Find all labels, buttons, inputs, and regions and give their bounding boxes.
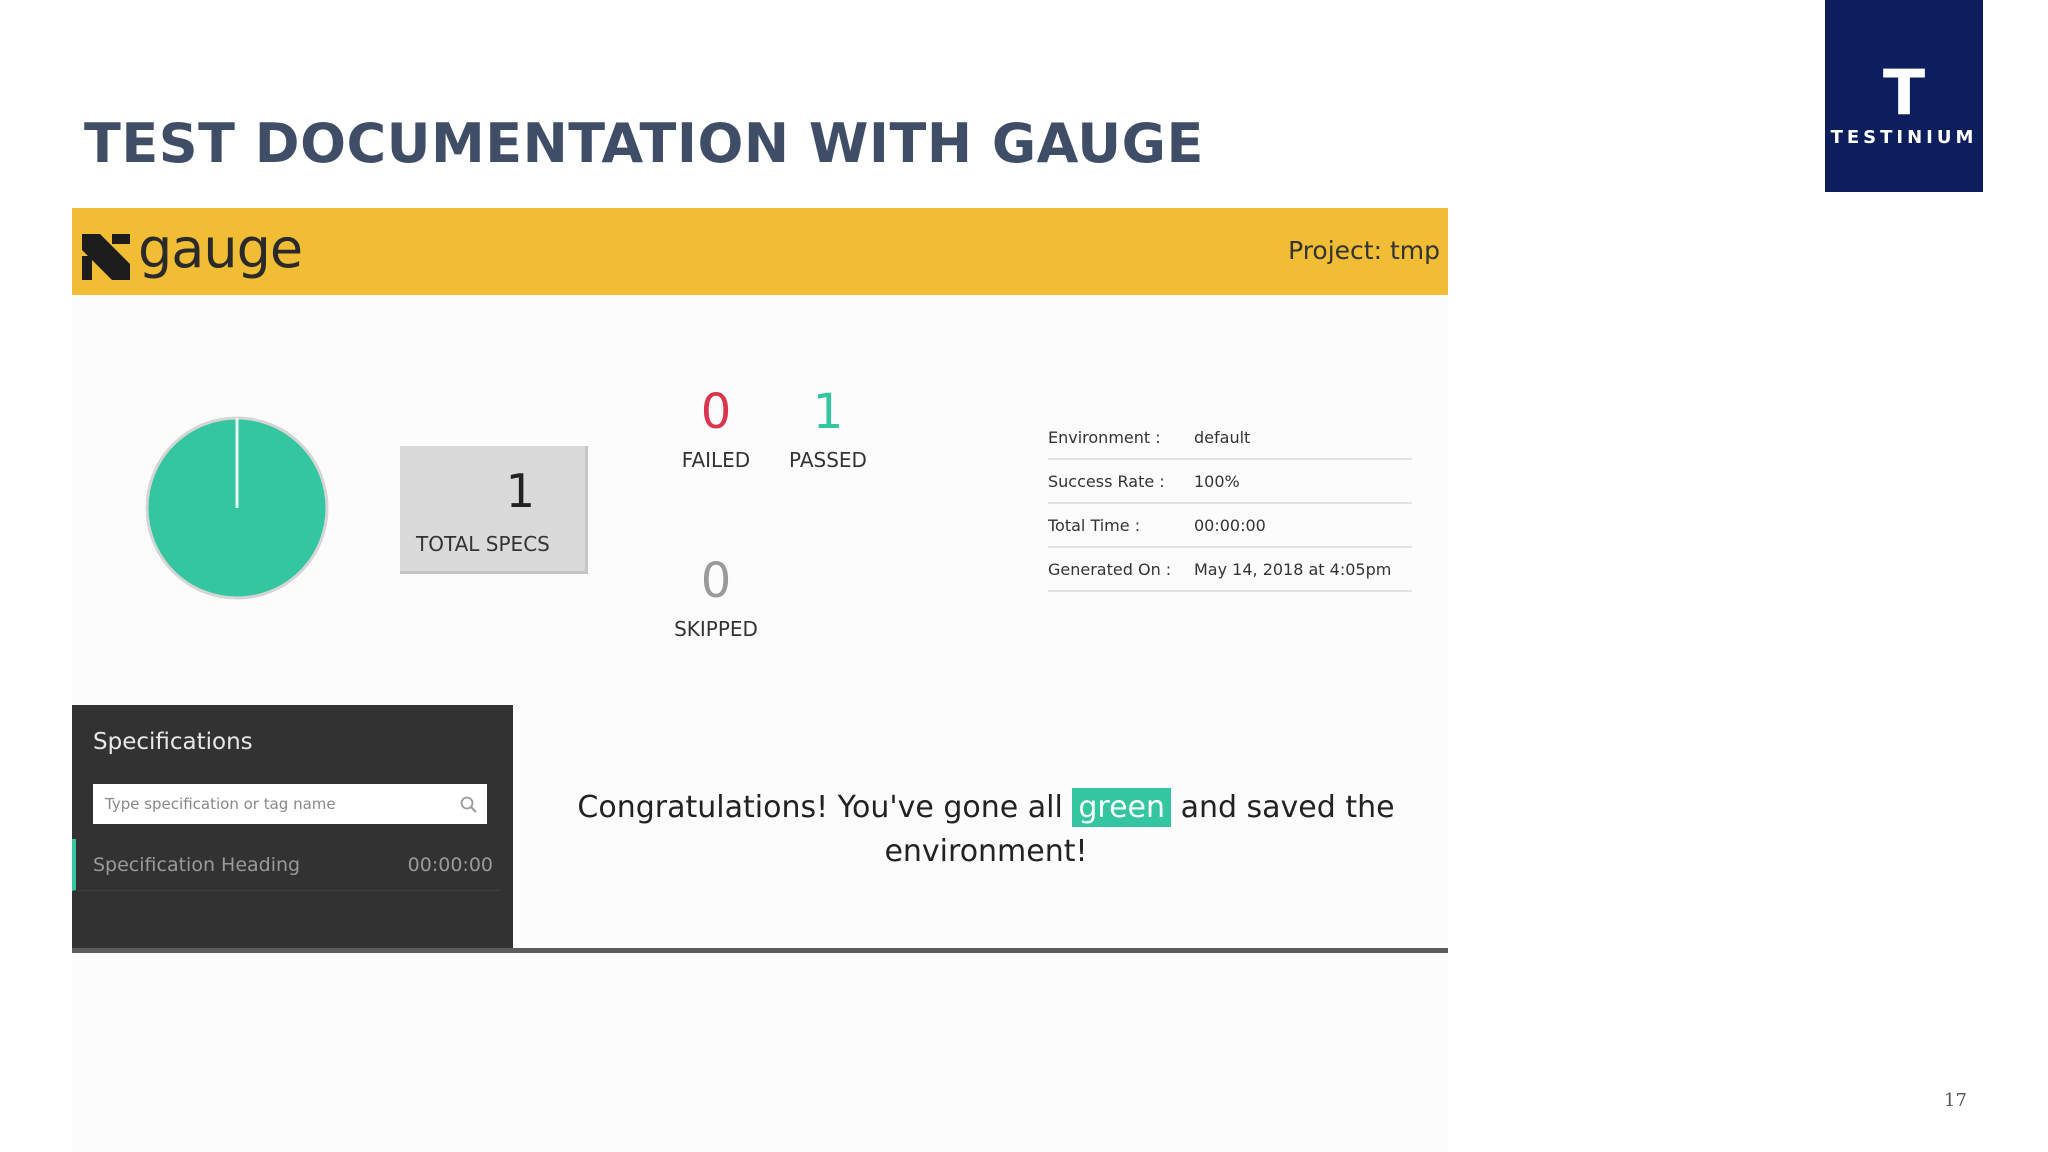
search-icon[interactable]: [460, 796, 477, 813]
info-key: Total Time :: [1048, 503, 1194, 548]
total-specs-count: 1: [505, 464, 535, 518]
total-specs-label: TOTAL SPECS: [416, 532, 550, 556]
info-row-total-time: Total Time : 00:00:00: [1048, 503, 1412, 548]
gauge-report-screenshot: gauge Project: tmp 1 TOTAL SPECS 0 FAILE…: [72, 208, 1448, 1152]
spec-list-item[interactable]: Specification Heading 00:00:00: [72, 839, 501, 891]
slide-title: TEST DOCUMENTATION WITH GAUGE: [84, 112, 1204, 175]
report-divider: [72, 948, 1448, 953]
message-text-before: Congratulations! You've gone all: [577, 790, 1063, 825]
gauge-logo-icon: [82, 234, 130, 280]
info-key: Generated On :: [1048, 547, 1194, 592]
specifications-title: Specifications: [93, 729, 253, 755]
report-info-table: Environment : default Success Rate : 100…: [1048, 416, 1412, 592]
failed-count: 0: [700, 384, 732, 440]
spec-time: 00:00:00: [407, 854, 493, 876]
info-row-success-rate: Success Rate : 100%: [1048, 459, 1412, 504]
brand-letter: T: [1882, 56, 1926, 129]
passed-label: PASSED: [789, 448, 867, 472]
passed-stat[interactable]: 1 PASSED: [773, 388, 883, 472]
failed-label: FAILED: [681, 448, 751, 472]
page-number: 17: [1944, 1090, 1967, 1111]
passed-count: 1: [812, 384, 844, 440]
total-specs-card: 1 TOTAL SPECS: [400, 446, 588, 574]
spec-name: Specification Heading: [93, 854, 301, 876]
failed-stat[interactable]: 0 FAILED: [661, 388, 771, 472]
info-key: Environment :: [1048, 416, 1194, 460]
skipped-count: 0: [700, 553, 732, 609]
info-value: 100%: [1194, 459, 1412, 504]
brand-name: TESTINIUM: [1830, 127, 1978, 148]
info-key: Success Rate :: [1048, 459, 1194, 504]
gauge-logo-text: gauge: [138, 217, 303, 280]
skipped-stat[interactable]: 0 SKIPPED: [661, 557, 771, 641]
results-pie-chart: [145, 416, 329, 600]
info-row-environment: Environment : default: [1048, 416, 1412, 460]
report-header: gauge Project: tmp: [72, 208, 1448, 295]
project-name: Project: tmp: [1288, 236, 1440, 265]
specifications-sidebar: Specifications Type specification or tag…: [72, 705, 513, 948]
spec-search-placeholder: Type specification or tag name: [105, 795, 336, 813]
info-value: default: [1194, 416, 1412, 460]
success-message: Congratulations! You've gone all green a…: [556, 786, 1416, 874]
message-highlight: green: [1072, 788, 1172, 827]
spec-search-input[interactable]: Type specification or tag name: [93, 784, 487, 824]
info-row-generated-on: Generated On : May 14, 2018 at 4:05pm: [1048, 547, 1412, 592]
testinium-logo: T TESTINIUM: [1825, 0, 1983, 192]
info-value: 00:00:00: [1194, 503, 1412, 548]
info-value: May 14, 2018 at 4:05pm: [1194, 547, 1412, 592]
skipped-label: SKIPPED: [674, 617, 758, 641]
